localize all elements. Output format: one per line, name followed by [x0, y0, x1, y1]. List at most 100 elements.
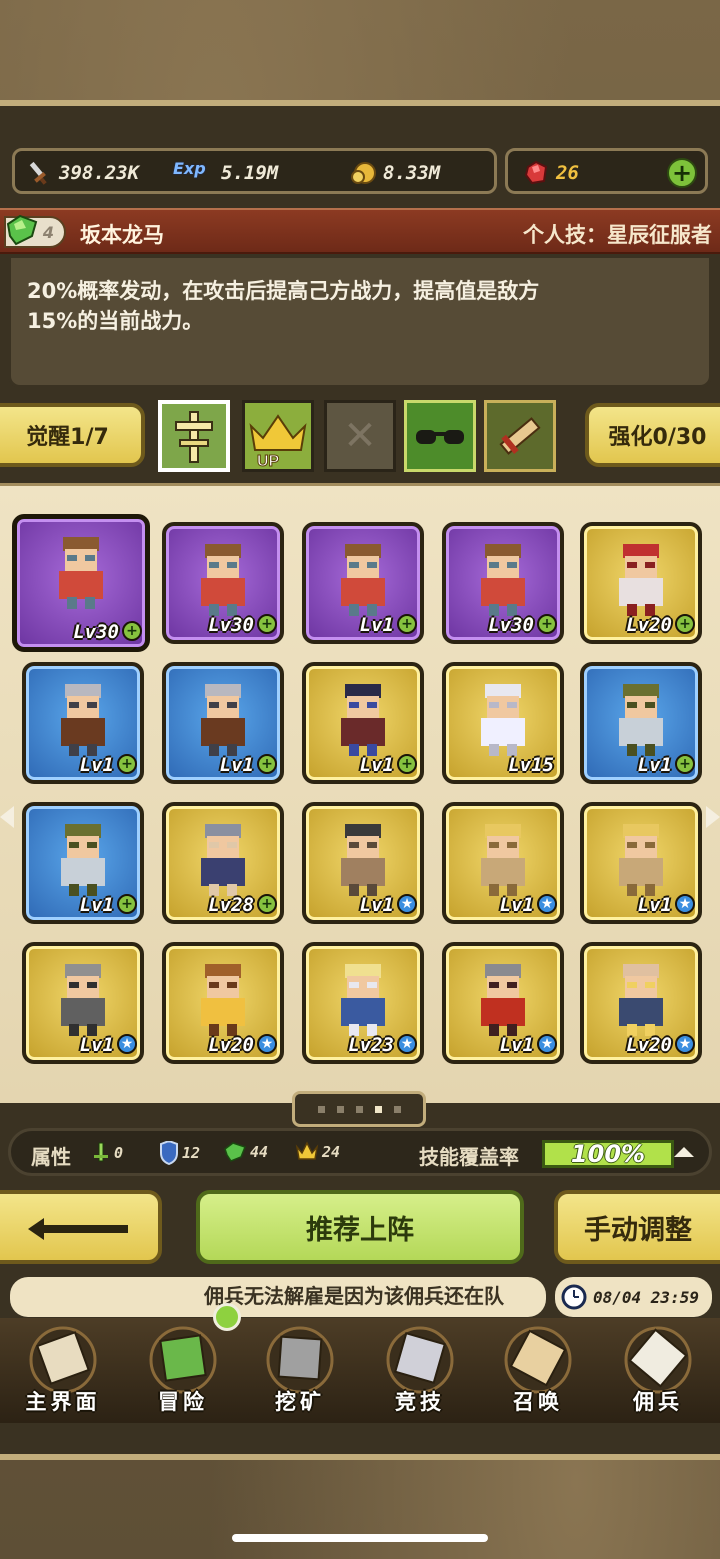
saber-girl-icon: [341, 964, 385, 1036]
coverage-label: 技能覆盖率: [419, 1145, 519, 1169]
hero-card[interactable]: Lv15: [442, 662, 564, 784]
skill-header: 4 坂本龙马 个人技：星辰征服者: [0, 208, 720, 254]
teddy-bear-icon: [481, 684, 525, 756]
hero-card[interactable]: Lv1 +: [162, 662, 284, 784]
level-up-plus-button[interactable]: +: [397, 754, 417, 774]
dark-mage-icon: [341, 684, 385, 756]
hero-level: Lv1: [79, 894, 114, 916]
level-up-plus-button[interactable]: +: [122, 621, 142, 641]
ruby-icon: [524, 160, 548, 185]
gold-coin-icon: [351, 162, 376, 184]
level-up-plus-button[interactable]: +: [257, 614, 277, 634]
star-badge-icon: ★: [117, 1034, 137, 1054]
gem-stat: 26: [522, 159, 579, 187]
crown-icon: [295, 1141, 319, 1160]
blonde-knight-icon: [619, 824, 663, 896]
add-gems-button[interactable]: +: [667, 158, 697, 188]
attr-gem: 44: [223, 1141, 268, 1163]
attr-crown: 24: [295, 1141, 340, 1163]
level-up-plus-button[interactable]: +: [675, 614, 695, 634]
level-up-plus-button[interactable]: +: [117, 754, 137, 774]
awaken-slot-5[interactable]: [484, 400, 556, 472]
nav-label: 主界面: [25, 1390, 101, 1414]
hero-card[interactable]: Lv1 +: [302, 662, 424, 784]
skill-name: 个人技：星辰征服者: [523, 223, 712, 247]
hero-level: Lv20: [626, 1034, 672, 1056]
nature-sword-icon: [94, 1142, 108, 1162]
nav-item[interactable]: 冒险: [123, 1318, 243, 1423]
attr-shield: 12: [159, 1141, 200, 1165]
hero-level: Lv30: [208, 614, 254, 636]
recommend-deploy-button[interactable]: 推荐上阵: [196, 1190, 524, 1264]
hero-card[interactable]: Lv20 ★: [162, 942, 284, 1064]
attr-sword: 0: [91, 1141, 123, 1165]
hero-card[interactable]: Lv1 +: [22, 802, 144, 924]
hero-card[interactable]: Lv1 ★: [302, 802, 424, 924]
hero-level: Lv1: [219, 754, 254, 776]
goggles-hero-icon: [201, 544, 245, 616]
hero-card[interactable]: Lv1 +: [302, 522, 424, 644]
blonde-knight-icon: [481, 824, 525, 896]
nav-label: 佣兵: [633, 1390, 683, 1414]
awaken-button[interactable]: 觉醒1/7: [0, 403, 145, 467]
enhance-button[interactable]: 强化0/30: [585, 403, 720, 467]
nav-item[interactable]: 召唤: [478, 1318, 598, 1423]
attr-sword-value: 0: [114, 1144, 124, 1162]
nav-item[interactable]: 主界面: [3, 1318, 123, 1423]
hero-card[interactable]: Lv1 ★: [442, 802, 564, 924]
hooded-ranger-icon: [619, 684, 663, 756]
crown-up-icon: UP: [249, 414, 307, 468]
hero-level: Lv20: [626, 614, 672, 636]
hero-card[interactable]: Lv1 ★: [442, 942, 564, 1064]
level-up-plus-button[interactable]: +: [397, 614, 417, 634]
nav-item[interactable]: 挖矿: [240, 1318, 360, 1423]
awaken-slot-2[interactable]: UP: [242, 400, 314, 472]
power-value: 398.23K: [59, 162, 140, 184]
goggles-hero-icon: [481, 544, 525, 616]
hero-card[interactable]: Lv28 +: [162, 802, 284, 924]
ticker-text: 佣兵无法解雇是因为该佣兵还在队: [204, 1284, 504, 1308]
back-button[interactable]: [0, 1190, 162, 1264]
awaken-tier-number: 4: [42, 222, 54, 242]
awaken-tier-badge: 4: [4, 214, 66, 248]
attribute-bar: 属性 0 12 44 24 技能覆盖率 100%: [8, 1128, 712, 1176]
hero-card[interactable]: Lv1 +: [580, 662, 702, 784]
clock-icon: [561, 1284, 587, 1310]
hero-card[interactable]: Lv1 ★: [580, 802, 702, 924]
awaken-slot-1[interactable]: [158, 400, 230, 472]
attribute-label: 属性: [31, 1145, 71, 1169]
skill-description-line1: 20%概率发动，在攻击后提高己方战力，提高值是敌方: [27, 279, 540, 303]
goggles-hero-icon: [341, 544, 385, 616]
level-up-plus-button[interactable]: +: [675, 754, 695, 774]
manual-adjust-button[interactable]: 手动调整: [554, 1190, 720, 1264]
map-scroll-icon: [29, 1326, 97, 1394]
hero-card[interactable]: Lv23 ★: [302, 942, 424, 1064]
hero-level: Lv23: [348, 1034, 394, 1056]
page-dot: [393, 1105, 401, 1113]
level-up-plus-button[interactable]: +: [257, 894, 277, 914]
level-up-plus-button[interactable]: +: [117, 894, 137, 914]
hero-card[interactable]: Lv1 +: [22, 662, 144, 784]
page-dot: [355, 1105, 363, 1113]
back-arrow-icon: [28, 1218, 128, 1240]
hero-card[interactable]: Lv30 +: [162, 522, 284, 644]
hero-card[interactable]: Lv30 +: [442, 522, 564, 644]
sword-icon: [29, 161, 47, 185]
island-icon: [149, 1326, 217, 1394]
hero-card[interactable]: Lv20 +: [580, 522, 702, 644]
hero-card[interactable]: Lv1 ★: [22, 942, 144, 1064]
star-badge-icon: ★: [537, 894, 557, 914]
level-up-plus-button[interactable]: +: [537, 614, 557, 634]
nav-item[interactable]: 佣兵: [598, 1318, 718, 1423]
awaken-slot-4[interactable]: [404, 400, 476, 472]
hero-level: Lv1: [637, 894, 672, 916]
headphone-girl-icon: [619, 544, 663, 616]
hero-card[interactable]: Lv20 ★: [580, 942, 702, 1064]
hero-card[interactable]: Lv30 +: [12, 514, 150, 652]
adventure-notification-dot: [213, 1303, 241, 1331]
level-up-plus-button[interactable]: +: [257, 754, 277, 774]
skill-description-line2: 15%的当前战力。: [27, 309, 204, 333]
exp-icon: Exp: [173, 159, 206, 178]
attr-gem-value: 44: [250, 1143, 269, 1161]
nav-item[interactable]: 竞技: [360, 1318, 480, 1423]
